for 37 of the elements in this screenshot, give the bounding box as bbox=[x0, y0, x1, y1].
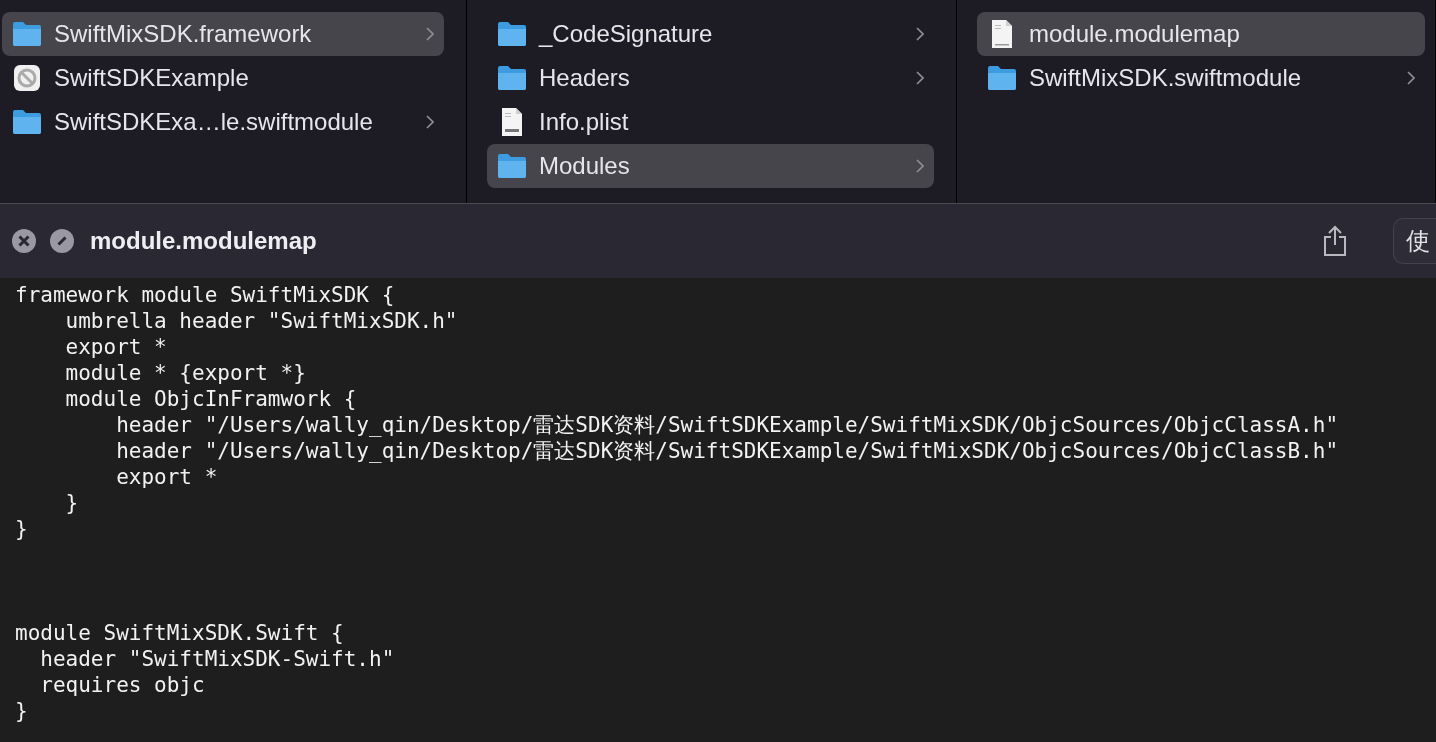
code-line: export * bbox=[115, 464, 218, 490]
file-row[interactable]: module.modulemap bbox=[977, 12, 1425, 56]
folder-icon bbox=[987, 65, 1017, 91]
code-line: requires objc bbox=[39, 672, 205, 698]
file-row[interactable]: Info.plist bbox=[487, 100, 934, 144]
share-icon[interactable] bbox=[1323, 225, 1347, 257]
file-row[interactable]: SwiftSDKExa…le.swiftmodule bbox=[2, 100, 444, 144]
code-line: header "/Users/wally_qin/Desktop/雷达SDK资料/SwiftSDKExample/SwiftMixSDK/ObjcSources/ObjcClassB.h" bbox=[115, 438, 1339, 464]
folder-icon bbox=[12, 21, 42, 47]
file-row[interactable]: SwiftMixSDK.swiftmodule bbox=[977, 56, 1425, 100]
code-line: } bbox=[15, 698, 28, 724]
document-icon bbox=[990, 19, 1014, 49]
folder-icon bbox=[497, 65, 527, 91]
file-row[interactable]: SwiftMixSDK.framework bbox=[2, 12, 444, 56]
slash-circle-icon[interactable] bbox=[50, 229, 74, 253]
window-title: module.modulemap bbox=[90, 226, 317, 256]
code-line: header "SwiftMixSDK-Swift.h" bbox=[39, 646, 395, 672]
file-row[interactable]: Headers bbox=[487, 56, 934, 100]
file-row[interactable]: SwiftSDKExample bbox=[2, 56, 444, 100]
code-line: export * bbox=[64, 334, 167, 360]
folder-icon bbox=[12, 109, 42, 135]
code-line: framework module SwiftMixSDK { bbox=[15, 282, 395, 308]
folder-icon bbox=[497, 21, 527, 47]
folder-icon bbox=[497, 153, 527, 179]
code-line: } bbox=[64, 490, 79, 516]
open-with-button[interactable]: 使 bbox=[1393, 218, 1436, 264]
code-line: umbrella header "SwiftMixSDK.h" bbox=[64, 308, 458, 334]
code-line: module * {export *} bbox=[64, 360, 306, 386]
code-line: module SwiftMixSDK.Swift { bbox=[15, 620, 344, 646]
code-line: module ObjcInFramwork { bbox=[64, 386, 357, 412]
close-icon[interactable] bbox=[12, 229, 36, 253]
code-line: } bbox=[15, 516, 28, 542]
code-line: header "/Users/wally_qin/Desktop/雷达SDK资料/SwiftSDKExample/SwiftMixSDK/ObjcSources/ObjcClassA.h" bbox=[115, 412, 1339, 438]
file-row[interactable]: _CodeSignature bbox=[487, 12, 934, 56]
document-icon bbox=[500, 107, 524, 137]
file-row[interactable]: Modules bbox=[487, 144, 934, 188]
prohibited-app-icon bbox=[13, 64, 41, 92]
